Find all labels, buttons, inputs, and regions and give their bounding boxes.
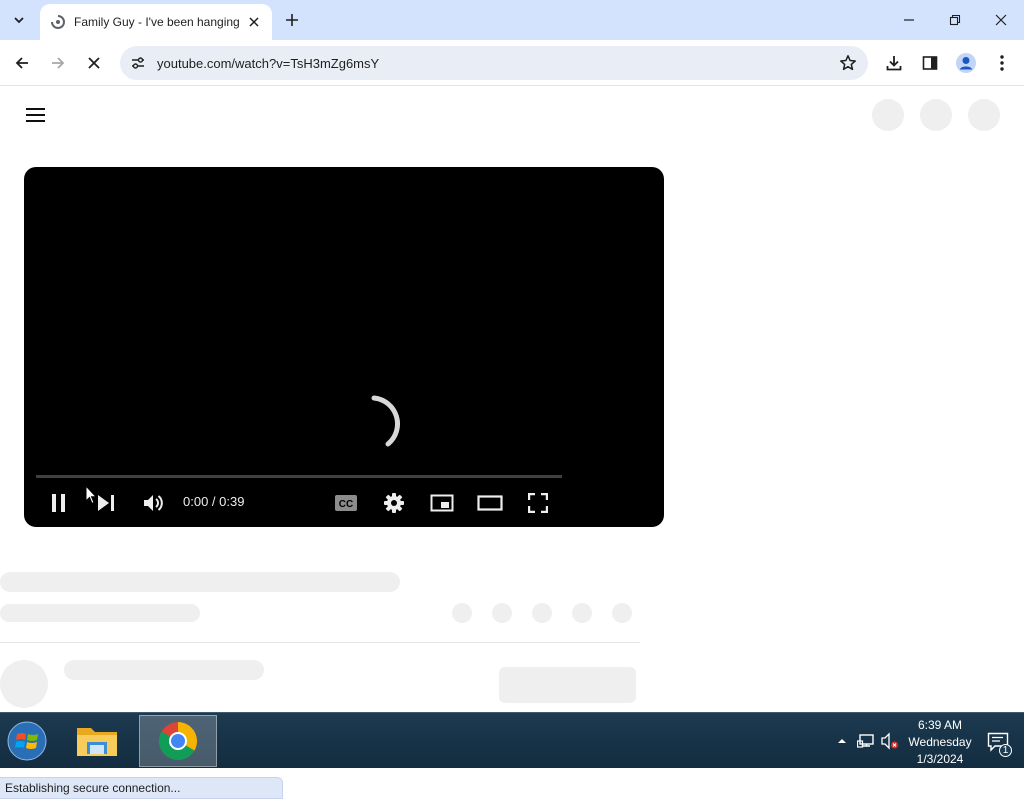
action-placeholder bbox=[532, 603, 552, 623]
clock-day: Wednesday bbox=[908, 735, 972, 749]
tab-title: Family Guy - I've been hanging bbox=[74, 15, 240, 29]
chevron-up-icon bbox=[838, 739, 846, 743]
settings-button[interactable] bbox=[376, 485, 412, 521]
restore-button[interactable] bbox=[932, 0, 978, 40]
player-controls: 0:00 / 0:39 CC bbox=[24, 485, 664, 521]
start-button[interactable] bbox=[4, 717, 50, 765]
guide-menu-button[interactable] bbox=[22, 103, 50, 127]
forward-button[interactable] bbox=[44, 49, 72, 77]
pause-icon bbox=[52, 494, 65, 512]
close-window-button[interactable] bbox=[978, 0, 1024, 40]
action-placeholder bbox=[572, 603, 592, 623]
clock-date: 1/3/2024 bbox=[916, 752, 964, 766]
minimize-icon bbox=[904, 19, 914, 21]
closed-captions-icon: CC bbox=[335, 495, 357, 511]
side-panel-icon bbox=[922, 56, 938, 70]
action-center-button[interactable]: 1 bbox=[986, 731, 1012, 757]
chevron-down-icon bbox=[14, 17, 24, 24]
minimize-button[interactable] bbox=[886, 0, 932, 40]
taskbar-file-explorer[interactable] bbox=[58, 715, 136, 767]
video-player[interactable]: 0:00 / 0:39 CC bbox=[24, 167, 664, 527]
miniplayer-icon bbox=[430, 494, 454, 512]
chrome-menu-button[interactable] bbox=[988, 49, 1016, 77]
browser-tab-active[interactable]: Family Guy - I've been hanging bbox=[40, 4, 272, 40]
mute-button[interactable] bbox=[135, 485, 171, 521]
status-bubble: Establishing secure connection... bbox=[0, 777, 283, 799]
show-hidden-icons-button[interactable] bbox=[832, 731, 852, 751]
channel-avatar-placeholder bbox=[0, 660, 48, 708]
avatar-icon bbox=[956, 53, 976, 73]
mouse-pointer-icon bbox=[85, 485, 97, 505]
new-tab-button[interactable] bbox=[280, 8, 304, 32]
site-info-button[interactable] bbox=[128, 53, 148, 73]
download-icon bbox=[886, 56, 902, 71]
plus-icon bbox=[286, 14, 298, 26]
theater-mode-button[interactable] bbox=[472, 485, 508, 521]
volume-tray-button[interactable] bbox=[880, 731, 900, 751]
menu-icon bbox=[26, 108, 45, 110]
more-vertical-icon bbox=[1000, 55, 1004, 71]
notification-count-badge: 1 bbox=[999, 744, 1012, 757]
loading-favicon-icon bbox=[50, 14, 66, 30]
tune-icon bbox=[132, 57, 144, 69]
network-tray-button[interactable] bbox=[856, 731, 876, 751]
miniplayer-button[interactable] bbox=[424, 485, 460, 521]
close-icon bbox=[995, 14, 1007, 26]
bookmark-button[interactable] bbox=[834, 49, 862, 77]
arrow-left-icon bbox=[15, 57, 28, 69]
header-placeholder-circle bbox=[872, 99, 904, 131]
system-clock[interactable]: 6:39 AM Wednesday 1/3/2024 bbox=[904, 717, 976, 768]
restore-icon bbox=[949, 14, 961, 26]
skip-next-icon bbox=[98, 495, 114, 511]
header-placeholder-circle bbox=[968, 99, 1000, 131]
action-placeholder bbox=[612, 603, 632, 623]
svg-text:CC: CC bbox=[339, 499, 353, 510]
fullscreen-button[interactable] bbox=[520, 485, 556, 521]
back-button[interactable] bbox=[8, 49, 36, 77]
volume-icon bbox=[144, 495, 163, 511]
youtube-page: 0:00 / 0:39 CC Establishing secure conne… bbox=[0, 87, 1024, 799]
side-panel-button[interactable] bbox=[916, 49, 944, 77]
address-bar[interactable]: youtube.com/watch?v=TsH3mZg6msY bbox=[120, 46, 868, 80]
folder-icon bbox=[77, 728, 117, 756]
windows-taskbar: 6:39 AM Wednesday 1/3/2024 1 bbox=[0, 712, 1024, 768]
action-placeholder bbox=[492, 603, 512, 623]
close-icon bbox=[88, 57, 100, 69]
subscribe-placeholder bbox=[499, 667, 636, 703]
loading-spinner-icon bbox=[371, 395, 400, 447]
browser-toolbar: youtube.com/watch?v=TsH3mZg6msY bbox=[0, 40, 1024, 86]
clock-time: 6:39 AM bbox=[917, 718, 963, 732]
taskbar-google-chrome[interactable] bbox=[139, 715, 217, 767]
pause-button[interactable] bbox=[41, 485, 77, 521]
stop-loading-button[interactable] bbox=[80, 49, 108, 77]
time-display: 0:00 / 0:39 bbox=[183, 494, 245, 509]
close-icon bbox=[249, 17, 259, 27]
windows-logo-icon bbox=[7, 721, 47, 761]
progress-bar[interactable] bbox=[36, 475, 562, 478]
header-placeholder-circle bbox=[920, 99, 952, 131]
theater-mode-icon bbox=[477, 495, 503, 511]
arrow-right-icon bbox=[52, 57, 65, 69]
section-divider bbox=[0, 642, 640, 643]
subtitle-placeholder bbox=[0, 604, 200, 622]
network-icon bbox=[857, 734, 874, 748]
tab-strip: Family Guy - I've been hanging bbox=[0, 0, 1024, 40]
profile-button[interactable] bbox=[952, 49, 980, 77]
gear-icon bbox=[384, 493, 404, 513]
fullscreen-icon bbox=[528, 493, 548, 513]
action-placeholder bbox=[452, 603, 472, 623]
tab-search-button[interactable] bbox=[6, 7, 32, 33]
url-text[interactable]: youtube.com/watch?v=TsH3mZg6msY bbox=[157, 56, 834, 71]
title-placeholder bbox=[0, 572, 400, 592]
star-icon bbox=[840, 55, 856, 71]
speaker-muted-icon bbox=[881, 732, 898, 750]
downloads-button[interactable] bbox=[880, 49, 908, 77]
chrome-icon bbox=[158, 722, 198, 761]
subtitles-button[interactable]: CC bbox=[328, 485, 364, 521]
tab-close-button[interactable] bbox=[244, 12, 264, 32]
channel-name-placeholder bbox=[64, 660, 264, 680]
